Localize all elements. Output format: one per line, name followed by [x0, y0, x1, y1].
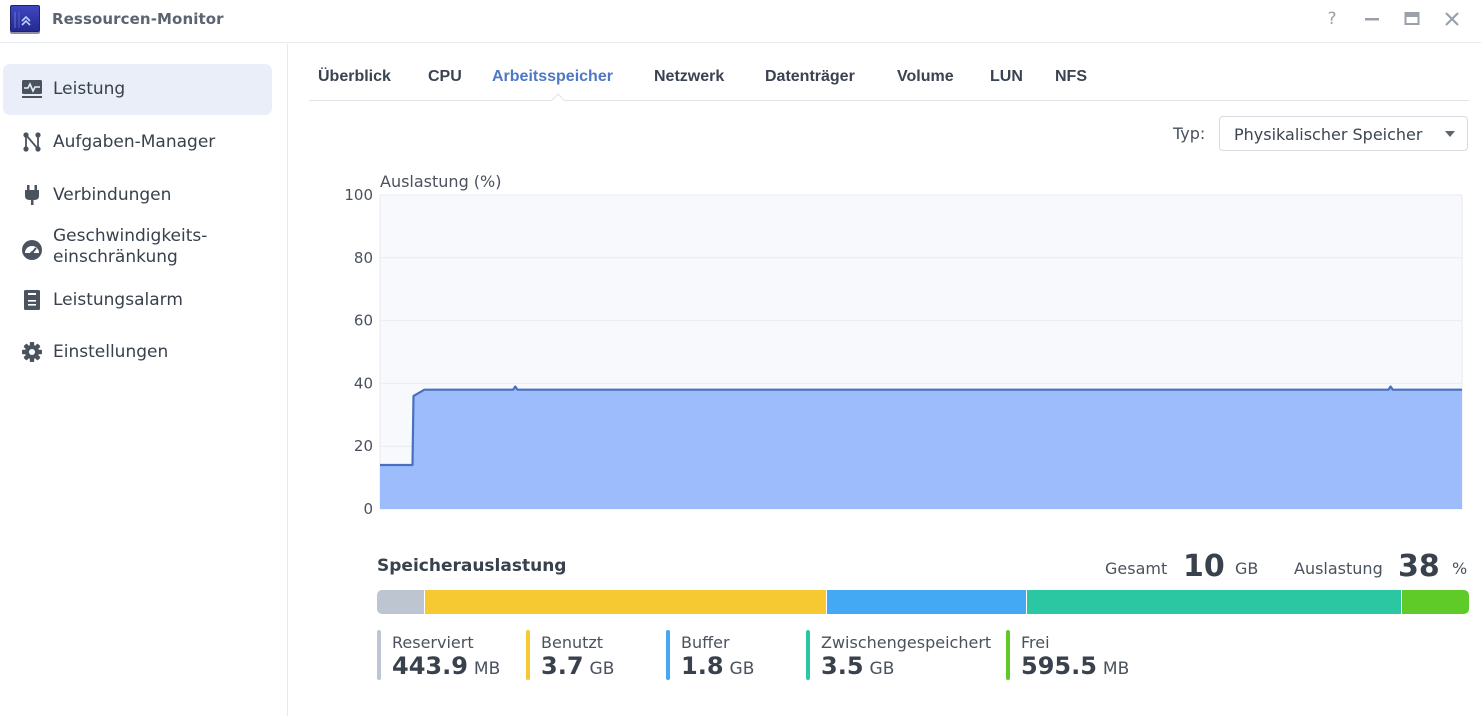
task-manager-icon: [23, 132, 41, 152]
legend-label: Benutzt: [541, 633, 604, 652]
legend-label: Frei: [1021, 633, 1050, 652]
utilization-unit: %: [1452, 559, 1468, 578]
sidebar-item-label: Verbindungen: [53, 185, 172, 205]
legend-label: Zwischengespeichert: [821, 633, 992, 652]
legend-color-swatch: [526, 630, 530, 680]
close-button[interactable]: [1440, 8, 1464, 30]
sidebar-item-leistungsalarm[interactable]: Leistungsalarm: [3, 275, 272, 326]
sidebar-item-label: Aufgaben-Manager: [53, 132, 216, 152]
sidebar-item-verbindungen[interactable]: Verbindungen: [3, 170, 272, 221]
sidebar-item-geschwindigkeitseinschraenkung[interactable]: Geschwindigkeits-einschränkung: [3, 223, 272, 277]
maximize-icon: [1404, 12, 1420, 25]
usage-bar-segment-buffer: [826, 590, 1027, 614]
sidebar-item-aufgaben-manager[interactable]: Aufgaben-Manager: [3, 117, 272, 168]
legend-color-swatch: [666, 630, 670, 680]
window-title: Ressourcen-Monitor: [52, 10, 224, 28]
sidebar-item-label: Geschwindigkeits-einschränkung: [53, 226, 208, 267]
legend-unit: GB: [869, 659, 895, 679]
legend-color-swatch: [806, 630, 810, 680]
legend-label: Buffer: [681, 633, 730, 652]
usage-bar-segment-frei: [1402, 590, 1469, 614]
total-label: Gesamt: [1105, 559, 1168, 578]
legend-label: Reserviert: [392, 633, 474, 652]
chart-title: Auslastung (%): [380, 172, 502, 191]
total-value: 10: [1183, 549, 1225, 584]
sidebar-item-label: Leistung: [53, 79, 126, 99]
close-icon: [1445, 12, 1459, 26]
maximize-button[interactable]: [1400, 8, 1424, 30]
y-tick-label: 80: [354, 249, 373, 267]
legend-value: 443.9 MB: [392, 652, 501, 680]
alarm-list-icon: [24, 290, 40, 310]
performance-monitor-icon: [22, 80, 42, 98]
legend-color-swatch: [377, 630, 381, 680]
y-tick-label: 20: [354, 437, 373, 455]
memory-usage-title: Speicherauslastung: [377, 556, 567, 576]
utilization-value: 38: [1398, 549, 1440, 584]
legend-unit: MB: [1102, 659, 1130, 679]
help-icon: ?: [1327, 9, 1337, 29]
sidebar: Leistung Aufgaben-Manager Verbindungen G…: [0, 44, 288, 716]
legend-unit: MB: [473, 659, 501, 679]
usage-bar-segment-zwischengespeichert: [1026, 590, 1403, 614]
memory-usage-chart: 0 20 40 60 80 100 Auslastung (%): [344, 172, 1463, 518]
usage-area: [380, 386, 1462, 509]
y-tick-label: 100: [344, 186, 373, 204]
legend-value: 3.7 GB: [541, 652, 615, 680]
main-panel: Überblick CPU Arbeitsspeicher Netzwerk D…: [289, 44, 1481, 716]
minimize-icon: [1365, 18, 1379, 21]
y-tick-label: 0: [363, 500, 373, 518]
sidebar-item-einstellungen[interactable]: Einstellungen: [3, 327, 272, 378]
sidebar-item-label: Leistungsalarm: [53, 290, 183, 310]
speedometer-icon: [22, 240, 42, 260]
legend-value: 1.8 GB: [681, 652, 755, 680]
utilization-label: Auslastung: [1294, 559, 1383, 578]
sidebar-item-label: Einstellungen: [53, 342, 169, 362]
legend-value: 595.5 MB: [1021, 652, 1130, 680]
sidebar-item-leistung[interactable]: Leistung: [3, 64, 272, 115]
legend-unit: GB: [589, 659, 615, 679]
legend-unit: GB: [729, 659, 755, 679]
help-button[interactable]: ?: [1320, 8, 1344, 30]
minimize-button[interactable]: [1360, 8, 1384, 30]
total-unit: GB: [1235, 559, 1259, 578]
gear-icon: [22, 342, 42, 362]
resource-monitor-app-icon: [10, 5, 40, 32]
legend-color-swatch: [1006, 630, 1010, 680]
memory-usage-bar: [377, 590, 1469, 614]
usage-bar-segment-benutzt: [425, 590, 827, 614]
y-tick-label: 60: [354, 312, 373, 330]
title-bar: Ressourcen-Monitor ?: [0, 0, 1481, 43]
usage-bar-segment-reserviert: [377, 590, 426, 614]
plug-icon: [25, 185, 39, 205]
legend-value: 3.5 GB: [821, 652, 895, 680]
y-tick-label: 40: [354, 374, 373, 392]
